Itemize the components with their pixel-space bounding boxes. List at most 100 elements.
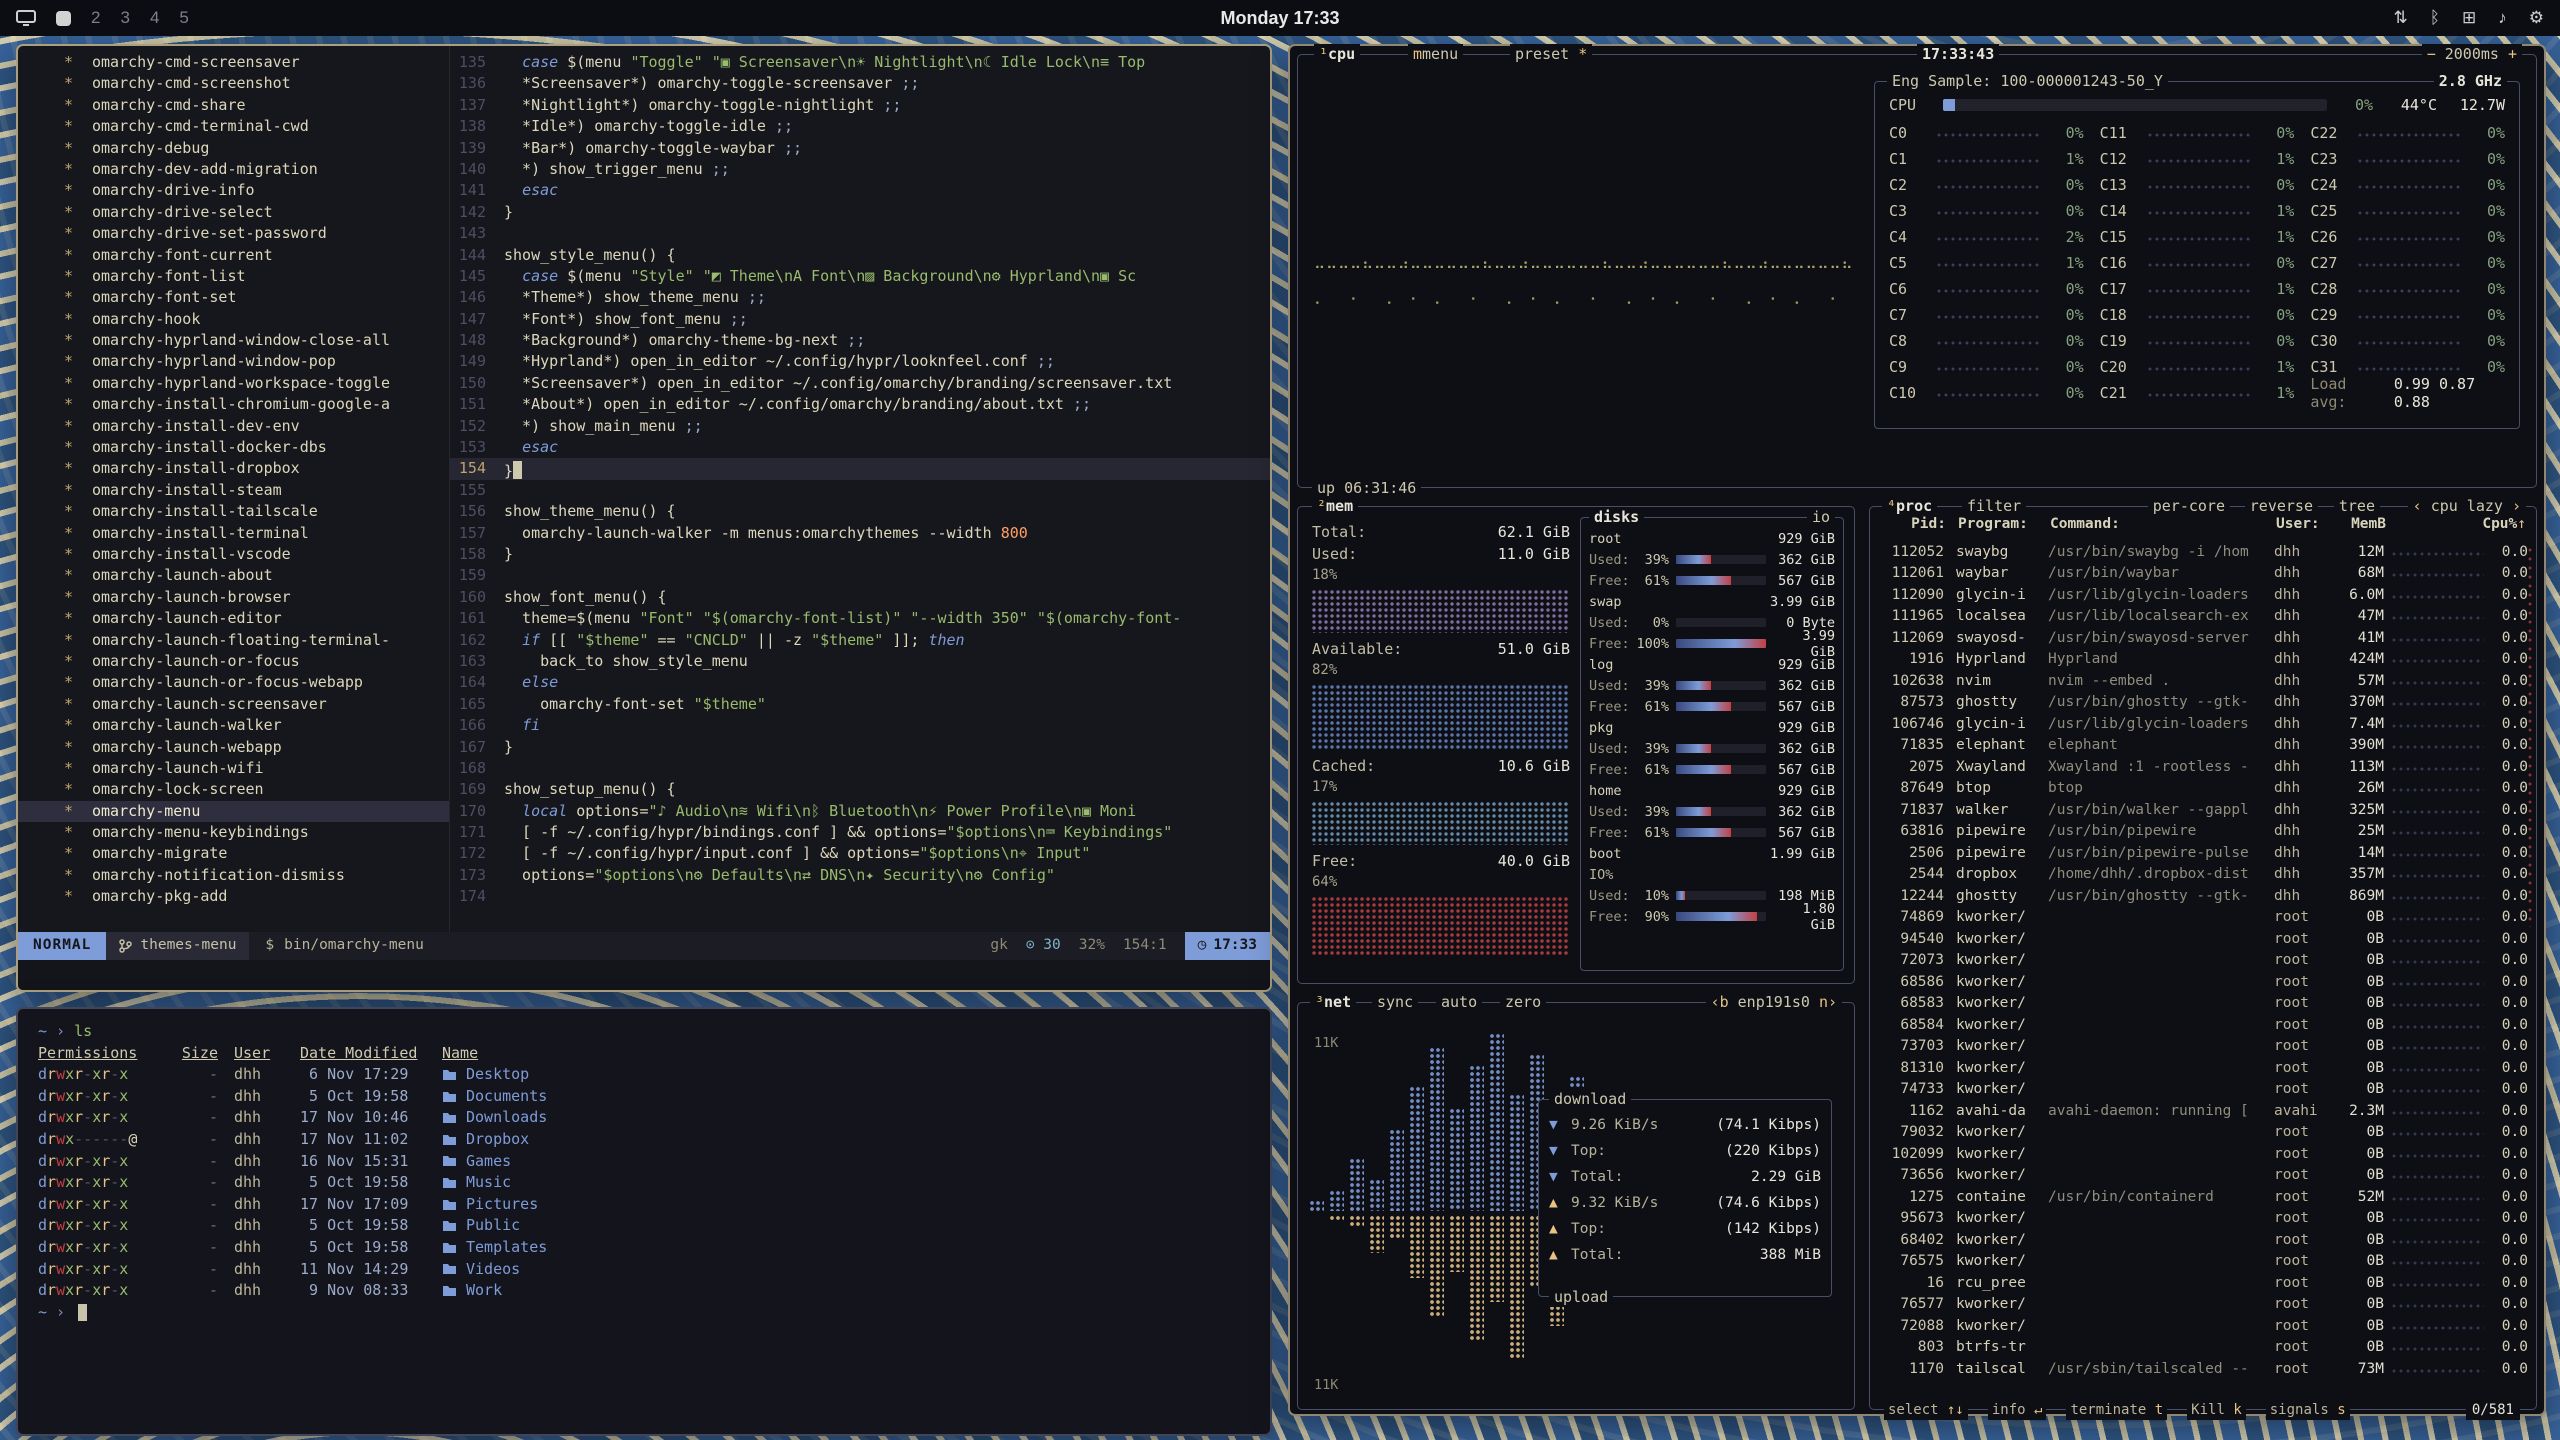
preset-button[interactable]: preset * [1510,44,1592,64]
file-item[interactable]: *omarchy-launch-browser [18,587,449,608]
file-item[interactable]: *omarchy-drive-info [18,180,449,201]
workspace-2[interactable]: 2 [91,8,100,28]
file-item[interactable]: *omarchy-font-set [18,287,449,308]
file-item[interactable]: *omarchy-cmd-screensaver [18,52,449,73]
process-row[interactable]: 16rcu_preeroot0B0.0 [1878,1272,2528,1294]
process-row[interactable]: 76577kworker/root0B0.0 [1878,1294,2528,1316]
file-item[interactable]: *omarchy-install-docker-dbs [18,437,449,458]
process-row[interactable]: 81310kworker/root0B0.0 [1878,1057,2528,1079]
file-item[interactable]: *omarchy-cmd-share [18,95,449,116]
process-row[interactable]: 2506pipewire/usr/bin/pipewire-pulsedhh14… [1878,842,2528,864]
volume-icon[interactable]: ♪ [2498,8,2507,28]
file-item[interactable]: *omarchy-launch-or-focus-webapp [18,672,449,693]
process-row[interactable]: 111965localsea/usr/lib/localsearch-exdhh… [1878,606,2528,628]
process-row[interactable]: 68586kworker/root0B0.0 [1878,971,2528,993]
process-row[interactable]: 68583kworker/root0B0.0 [1878,993,2528,1015]
process-row[interactable]: 76575kworker/root0B0.0 [1878,1251,2528,1273]
file-item[interactable]: *omarchy-launch-editor [18,608,449,629]
os-logo-icon[interactable] [16,10,36,27]
terminate-button[interactable]: terminate t [2066,1400,2167,1420]
net-auto-button[interactable]: auto [1436,992,1482,1012]
workspace-1-active[interactable] [56,11,71,26]
file-item[interactable]: *omarchy-launch-walker [18,715,449,736]
file-list-pane[interactable]: *omarchy-cmd-screensaver*omarchy-cmd-scr… [18,46,450,932]
process-row[interactable]: 72088kworker/root0B0.0 [1878,1315,2528,1337]
tree-button[interactable]: tree [2334,496,2380,516]
apps-grid-icon[interactable]: ⊞ [2462,8,2476,28]
file-item[interactable]: *omarchy-install-tailscale [18,501,449,522]
net-interface[interactable]: ‹b enp191s0 n› [1706,992,1842,1012]
process-row[interactable]: 74733kworker/root0B0.0 [1878,1079,2528,1101]
file-item[interactable]: *omarchy-launch-screensaver [18,694,449,715]
reverse-button[interactable]: reverse [2245,496,2318,516]
file-item[interactable]: *omarchy-font-list [18,266,449,287]
process-row[interactable]: 1162avahi-daavahi-daemon: running [avahi… [1878,1100,2528,1122]
bluetooth-icon[interactable]: ᛒ [2430,8,2440,28]
net-zero-button[interactable]: zero [1500,992,1546,1012]
io-toggle[interactable]: io [1807,507,1835,527]
filter-button[interactable]: filter [1962,496,2026,516]
sort-mode[interactable]: ‹ cpu lazy › [2408,496,2526,516]
file-item[interactable]: *omarchy-launch-wifi [18,758,449,779]
file-item[interactable]: *omarchy-launch-or-focus [18,651,449,672]
file-item[interactable]: *omarchy-hook [18,309,449,330]
process-row[interactable]: 803btrfs-trroot0B0.0 [1878,1337,2528,1359]
process-row[interactable]: 73703kworker/root0B0.0 [1878,1036,2528,1058]
process-row[interactable]: 74869kworker/root0B0.0 [1878,907,2528,929]
process-row[interactable]: 1170tailscal/usr/sbin/tailscaled --root7… [1878,1358,2528,1380]
file-item[interactable]: *omarchy-font-current [18,245,449,266]
per-core-button[interactable]: per-core [2148,496,2230,516]
file-item[interactable]: *omarchy-install-chromium-google-a [18,394,449,415]
file-item[interactable]: *omarchy-install-dev-env [18,416,449,437]
update-interval[interactable]: − 2000ms + [2422,44,2522,64]
process-row[interactable]: 2544dropbox/home/dhh/.dropbox-distdhh357… [1878,864,2528,886]
process-row[interactable]: 71835elephantelephantdhh390M0.0 [1878,735,2528,757]
menu-button[interactable]: mmenu [1408,44,1463,64]
file-item[interactable]: *omarchy-install-dropbox [18,458,449,479]
file-item[interactable]: *omarchy-launch-webapp [18,737,449,758]
settings-gear-icon[interactable]: ⚙ [2529,8,2544,28]
file-item[interactable]: *omarchy-hyprland-window-close-all [18,330,449,351]
process-row[interactable]: 79032kworker/root0B0.0 [1878,1122,2528,1144]
file-item[interactable]: *omarchy-hyprland-window-pop [18,351,449,372]
sort-arrow-icon[interactable]: ↑ [2517,516,2526,532]
file-item[interactable]: *omarchy-install-steam [18,480,449,501]
process-row[interactable]: 112052swaybg/usr/bin/swaybg -i /homdhh12… [1878,541,2528,563]
file-item[interactable]: *omarchy-migrate [18,843,449,864]
file-item[interactable]: *omarchy-debug [18,138,449,159]
file-item[interactable]: *omarchy-dev-add-migration [18,159,449,180]
file-item[interactable]: *omarchy-install-terminal [18,523,449,544]
signals-button[interactable]: signals s [2266,1400,2350,1420]
terminal-window[interactable]: ~ › lsPermissionsSizeUserDate ModifiedNa… [16,1007,1272,1436]
file-item[interactable]: *omarchy-launch-floating-terminal- [18,630,449,651]
process-row[interactable]: 1275containe/usr/bin/containerdroot52M0.… [1878,1186,2528,1208]
process-row[interactable]: 87649btopbtopdhh26M0.0 [1878,778,2528,800]
vim-cmdline[interactable] [18,960,1270,990]
file-item[interactable]: *omarchy-menu-keybindings [18,822,449,843]
process-row[interactable]: 112069swayosd-/usr/bin/swayosd-serverdhh… [1878,627,2528,649]
process-row[interactable]: 1916HyprlandHyprlanddhh424M0.0 [1878,649,2528,671]
process-row[interactable]: 102099kworker/root0B0.0 [1878,1143,2528,1165]
select-button[interactable]: select ↑↓ [1884,1400,1968,1420]
process-row[interactable]: 73656kworker/root0B0.0 [1878,1165,2528,1187]
process-row[interactable]: 87573ghostty/usr/bin/ghostty --gtk-dhh37… [1878,692,2528,714]
workspace-5[interactable]: 5 [179,8,188,28]
file-item[interactable]: *omarchy-launch-about [18,565,449,586]
process-row[interactable]: 68584kworker/root0B0.0 [1878,1014,2528,1036]
workspace-4[interactable]: 4 [150,8,159,28]
process-row[interactable]: 112061waybar/usr/bin/waybardhh68M0.0 [1878,563,2528,585]
file-item[interactable]: *omarchy-cmd-screenshot [18,73,449,94]
btop-window[interactable]: ¹cpu mmenu preset * 17:33:43 − 2000ms + … [1288,44,2546,1416]
process-row[interactable]: 94540kworker/root0B0.0 [1878,928,2528,950]
file-item[interactable]: *omarchy-menu [18,801,449,822]
file-item[interactable]: *omarchy-notification-dismiss [18,865,449,886]
process-row[interactable]: 71837walker/usr/bin/walker --gappldhh325… [1878,799,2528,821]
process-row[interactable]: 72073kworker/root0B0.0 [1878,950,2528,972]
code-pane[interactable]: 135 case $(menu "Toggle" "▣ Screensaver\… [450,46,1270,932]
process-row[interactable]: 2075XwaylandXwayland :1 -rootless -dhh11… [1878,756,2528,778]
file-item[interactable]: *omarchy-drive-select [18,202,449,223]
process-list[interactable]: 112052swaybg/usr/bin/swaybg -i /homdhh12… [1878,541,2528,1381]
info-button[interactable]: info ↵ [1988,1400,2047,1420]
file-item[interactable]: *omarchy-cmd-terminal-cwd [18,116,449,137]
process-row[interactable]: 95673kworker/root0B0.0 [1878,1208,2528,1230]
